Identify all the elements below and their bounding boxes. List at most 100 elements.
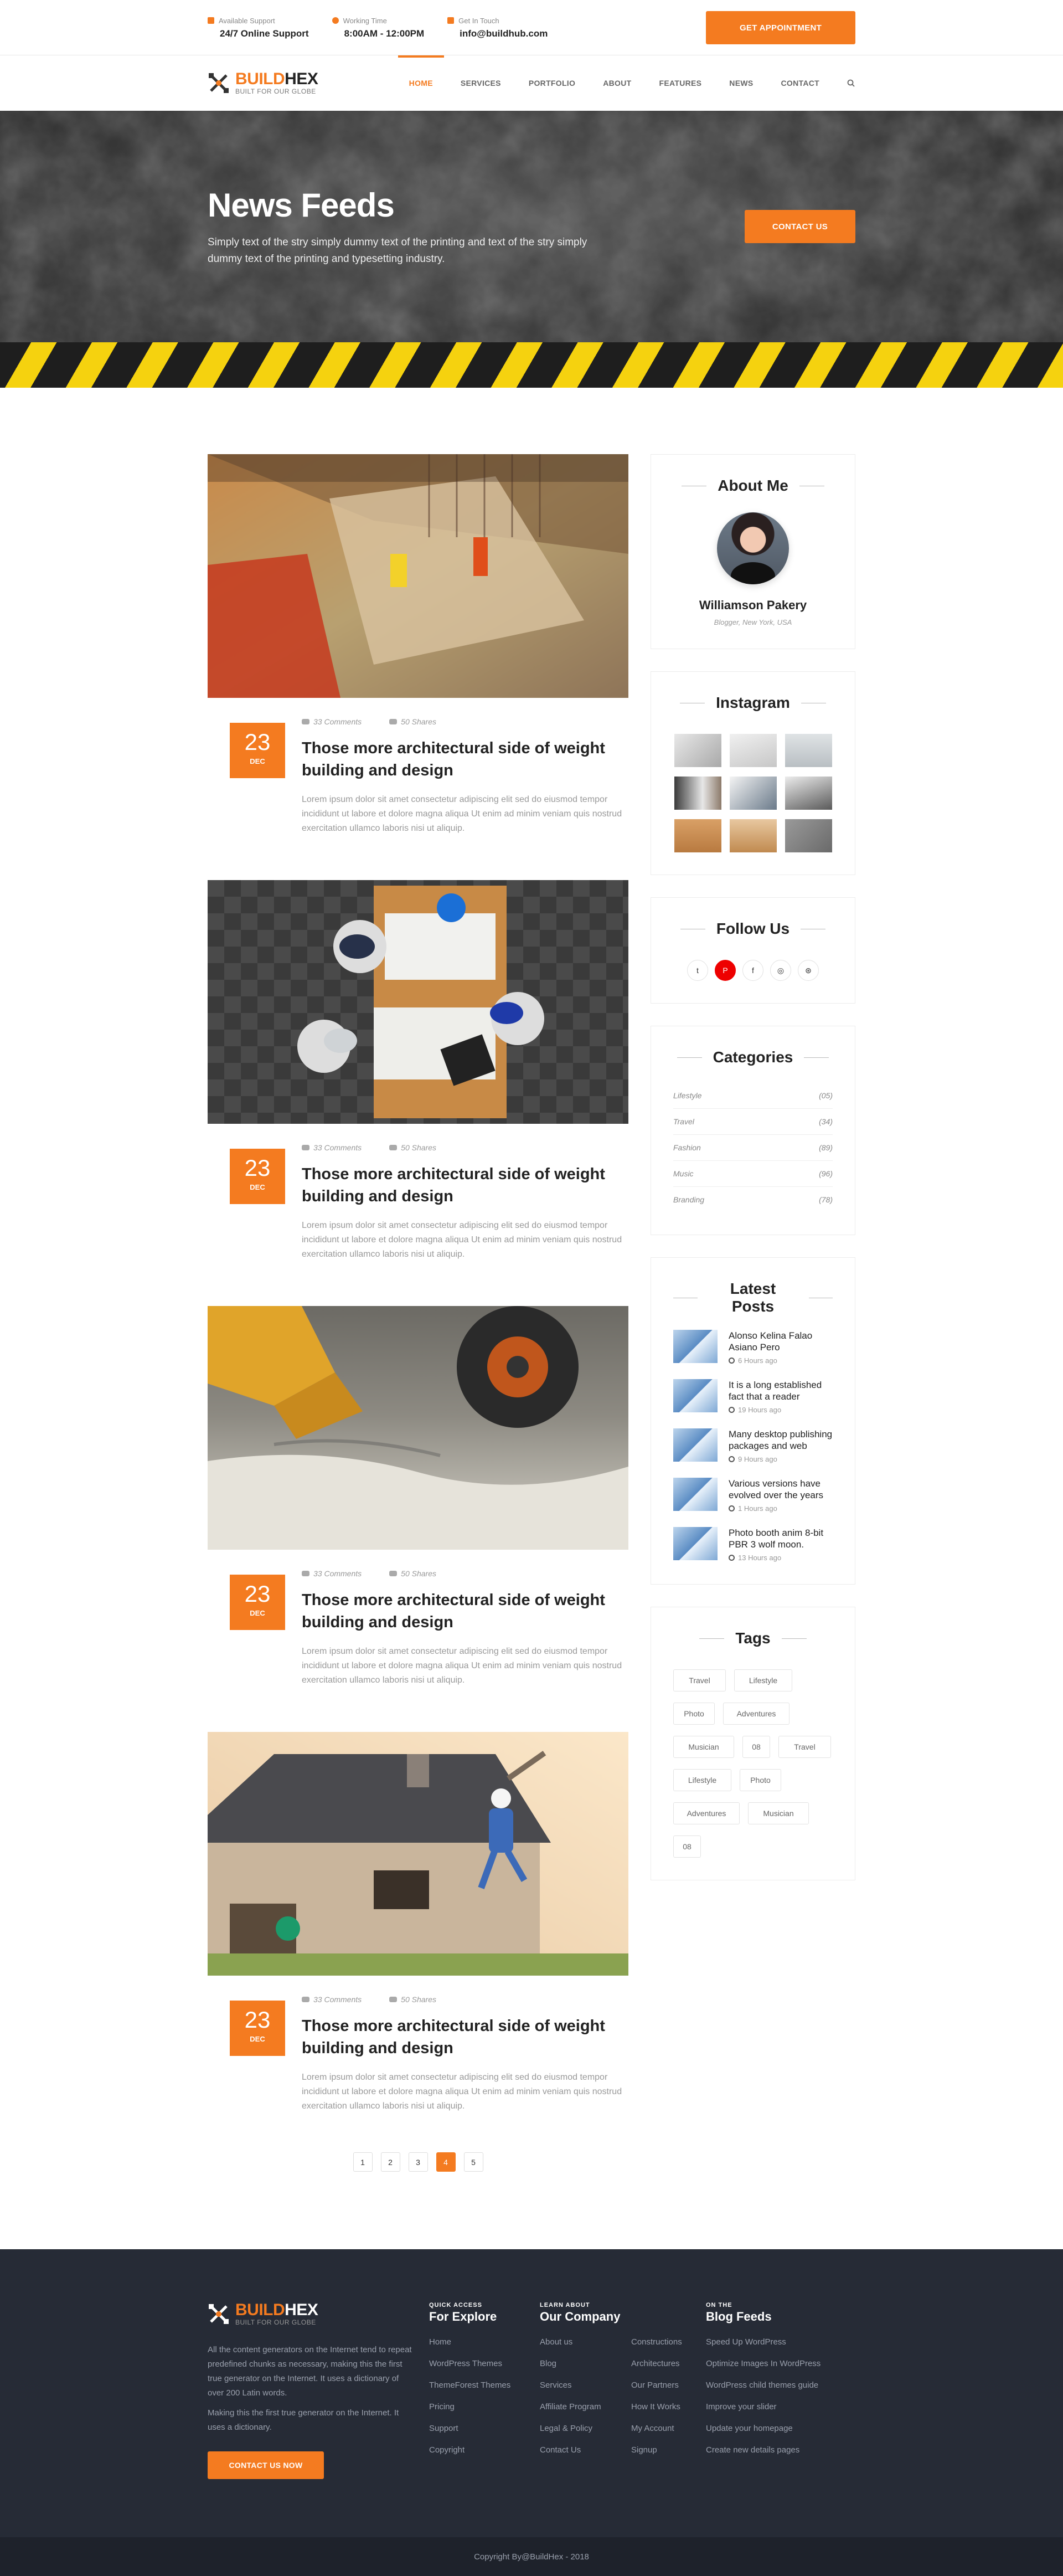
nav-contact[interactable]: Contact xyxy=(767,55,834,111)
footer-link[interactable]: Constructions xyxy=(631,2337,682,2347)
footer-link[interactable]: Services xyxy=(540,2380,631,2390)
footer-link[interactable]: Legal & Policy xyxy=(540,2424,631,2433)
category-item[interactable]: Branding (78) xyxy=(673,1187,833,1212)
instagram-thumb[interactable] xyxy=(785,819,832,852)
twitter-icon[interactable]: t xyxy=(687,960,708,981)
instagram-thumb[interactable] xyxy=(674,819,721,852)
mail-icon xyxy=(447,17,455,24)
instagram-thumb[interactable] xyxy=(785,777,832,810)
logo[interactable]: BUILDHEX BUILT FOR OUR GLOBE xyxy=(208,71,318,95)
category-item[interactable]: Fashion (89) xyxy=(673,1135,833,1161)
latest-post-item[interactable]: Alonso Kelina Falao Asiano Pero 6 Hours a… xyxy=(673,1330,833,1365)
footer-link[interactable]: Home xyxy=(429,2337,540,2347)
latest-post-item[interactable]: It is a long established fact that a rea… xyxy=(673,1379,833,1414)
tag-item[interactable]: Lifestyle xyxy=(673,1769,731,1791)
footer-link[interactable]: Copyright xyxy=(429,2445,540,2455)
post-meta: 33 Comments 50 Shares xyxy=(302,1569,628,1578)
instagram-thumb[interactable] xyxy=(674,777,721,810)
dribbble-icon[interactable]: ⊛ xyxy=(798,960,819,981)
contact-us-now-button[interactable]: Contact Us Now xyxy=(208,2451,324,2479)
nav-services[interactable]: Services xyxy=(447,55,515,111)
footer-link[interactable]: WordPress Themes xyxy=(429,2359,540,2368)
instagram-thumb[interactable] xyxy=(674,734,721,767)
post-title[interactable]: Those more architectural side of weight … xyxy=(302,1589,628,1633)
footer-link[interactable]: Update your homepage xyxy=(706,2424,855,2433)
footer-link[interactable]: WordPress child themes guide xyxy=(706,2380,855,2390)
footer-link[interactable]: Affiliate Program xyxy=(540,2402,631,2412)
footer-link[interactable]: Our Partners xyxy=(631,2380,682,2390)
instagram-icon[interactable]: ◎ xyxy=(770,960,791,981)
footer-link[interactable]: Contact Us xyxy=(540,2445,631,2455)
post-title[interactable]: Those more architectural side of weight … xyxy=(302,2015,628,2059)
footer-link[interactable]: Pricing xyxy=(429,2402,540,2412)
post-comments[interactable]: 33 Comments xyxy=(302,717,362,726)
tag-item[interactable]: Lifestyle xyxy=(734,1669,792,1691)
nav-home[interactable]: Home xyxy=(395,55,447,111)
nav-portfolio[interactable]: Portfolio xyxy=(515,55,589,111)
page-link[interactable]: 3 xyxy=(408,2152,428,2172)
post-shares[interactable]: 50 Shares xyxy=(389,717,436,726)
tag-item[interactable]: Photo xyxy=(673,1703,715,1725)
nav-features[interactable]: Features xyxy=(645,55,715,111)
footer-link[interactable]: Create new details pages xyxy=(706,2445,855,2455)
nav-news[interactable]: News xyxy=(715,55,767,111)
footer-link[interactable]: About us xyxy=(540,2337,631,2347)
post-shares[interactable]: 50 Shares xyxy=(389,1995,436,2004)
latest-post-item[interactable]: Many desktop publishing packages and web… xyxy=(673,1428,833,1463)
tag-item[interactable]: Travel xyxy=(778,1736,831,1758)
contact-us-button[interactable]: Contact Us xyxy=(745,210,855,243)
search-icon[interactable] xyxy=(833,55,855,111)
tag-item[interactable]: 08 xyxy=(673,1835,701,1858)
tag-item[interactable]: Travel xyxy=(673,1669,726,1691)
footer-link[interactable]: Improve your slider xyxy=(706,2402,855,2412)
post-comments[interactable]: 33 Comments xyxy=(302,1143,362,1152)
footer-link[interactable]: Speed Up WordPress xyxy=(706,2337,855,2347)
page-link[interactable]: 1 xyxy=(353,2152,373,2172)
post-shares[interactable]: 50 Shares xyxy=(389,1143,436,1152)
footer-logo[interactable]: BUILDHEX BUILT FOR OUR GLOBE xyxy=(208,2302,429,2326)
post-image-construction-site[interactable] xyxy=(208,454,628,698)
instagram-thumb[interactable] xyxy=(785,734,832,767)
tag-item[interactable]: Adventures xyxy=(723,1703,789,1725)
facebook-icon[interactable]: f xyxy=(742,960,763,981)
logo-text-hex: HEX xyxy=(285,70,318,88)
footer-link[interactable]: Signup xyxy=(631,2445,682,2455)
page-link[interactable]: 2 xyxy=(380,2152,400,2172)
instagram-thumb[interactable] xyxy=(729,819,777,852)
tag-item[interactable]: Musician xyxy=(748,1802,809,1824)
post-comments[interactable]: 33 Comments xyxy=(302,1995,362,2004)
footer-link[interactable]: Support xyxy=(429,2424,540,2433)
post-image-team-meeting[interactable] xyxy=(208,880,628,1124)
tag-item[interactable]: Adventures xyxy=(673,1802,740,1824)
instagram-thumb[interactable] xyxy=(729,777,777,810)
latest-post-item[interactable]: Photo booth anim 8-bit PBR 3 wolf moon. 1… xyxy=(673,1527,833,1562)
footer-link[interactable]: ThemeForest Themes xyxy=(429,2380,540,2390)
footer-link[interactable]: My Account xyxy=(631,2424,682,2433)
footer-link[interactable]: Blog xyxy=(540,2359,631,2368)
footer-link[interactable]: Optimize Images In WordPress xyxy=(706,2359,855,2368)
latest-post-item[interactable]: Various versions have evolved over the y… xyxy=(673,1478,833,1513)
nav-about[interactable]: About xyxy=(589,55,645,111)
get-appointment-button[interactable]: Get Appointment xyxy=(706,11,855,44)
footer-link[interactable]: How It Works xyxy=(631,2402,682,2412)
post-title[interactable]: Those more architectural side of weight … xyxy=(302,737,628,781)
category-item[interactable]: Music (96) xyxy=(673,1161,833,1187)
main-content: 23 DEC 33 Comments 50 Shares Those more a… xyxy=(0,388,1063,2249)
tag-item[interactable]: Photo xyxy=(740,1769,781,1791)
post-image-excavator[interactable] xyxy=(208,1306,628,1550)
page-link[interactable]: 5 xyxy=(463,2152,483,2172)
post-shares[interactable]: 50 Shares xyxy=(389,1569,436,1578)
instagram-thumb[interactable] xyxy=(729,734,777,767)
pinterest-icon[interactable]: P xyxy=(715,960,736,981)
category-item[interactable]: Lifestyle (05) xyxy=(673,1083,833,1109)
post-title[interactable]: Those more architectural side of weight … xyxy=(302,1163,628,1207)
post-comments[interactable]: 33 Comments xyxy=(302,1569,362,1578)
footer-link[interactable]: Architectures xyxy=(631,2359,682,2368)
post-image-house-worker[interactable] xyxy=(208,1732,628,1976)
email-link[interactable]: info@buildhub.com xyxy=(447,28,548,39)
tag-item[interactable]: Musician xyxy=(673,1736,734,1758)
widget-title: Follow Us xyxy=(673,920,833,938)
page-link-current[interactable]: 4 xyxy=(436,2152,456,2172)
tag-item[interactable]: 08 xyxy=(742,1736,770,1758)
category-item[interactable]: Travel (34) xyxy=(673,1109,833,1135)
